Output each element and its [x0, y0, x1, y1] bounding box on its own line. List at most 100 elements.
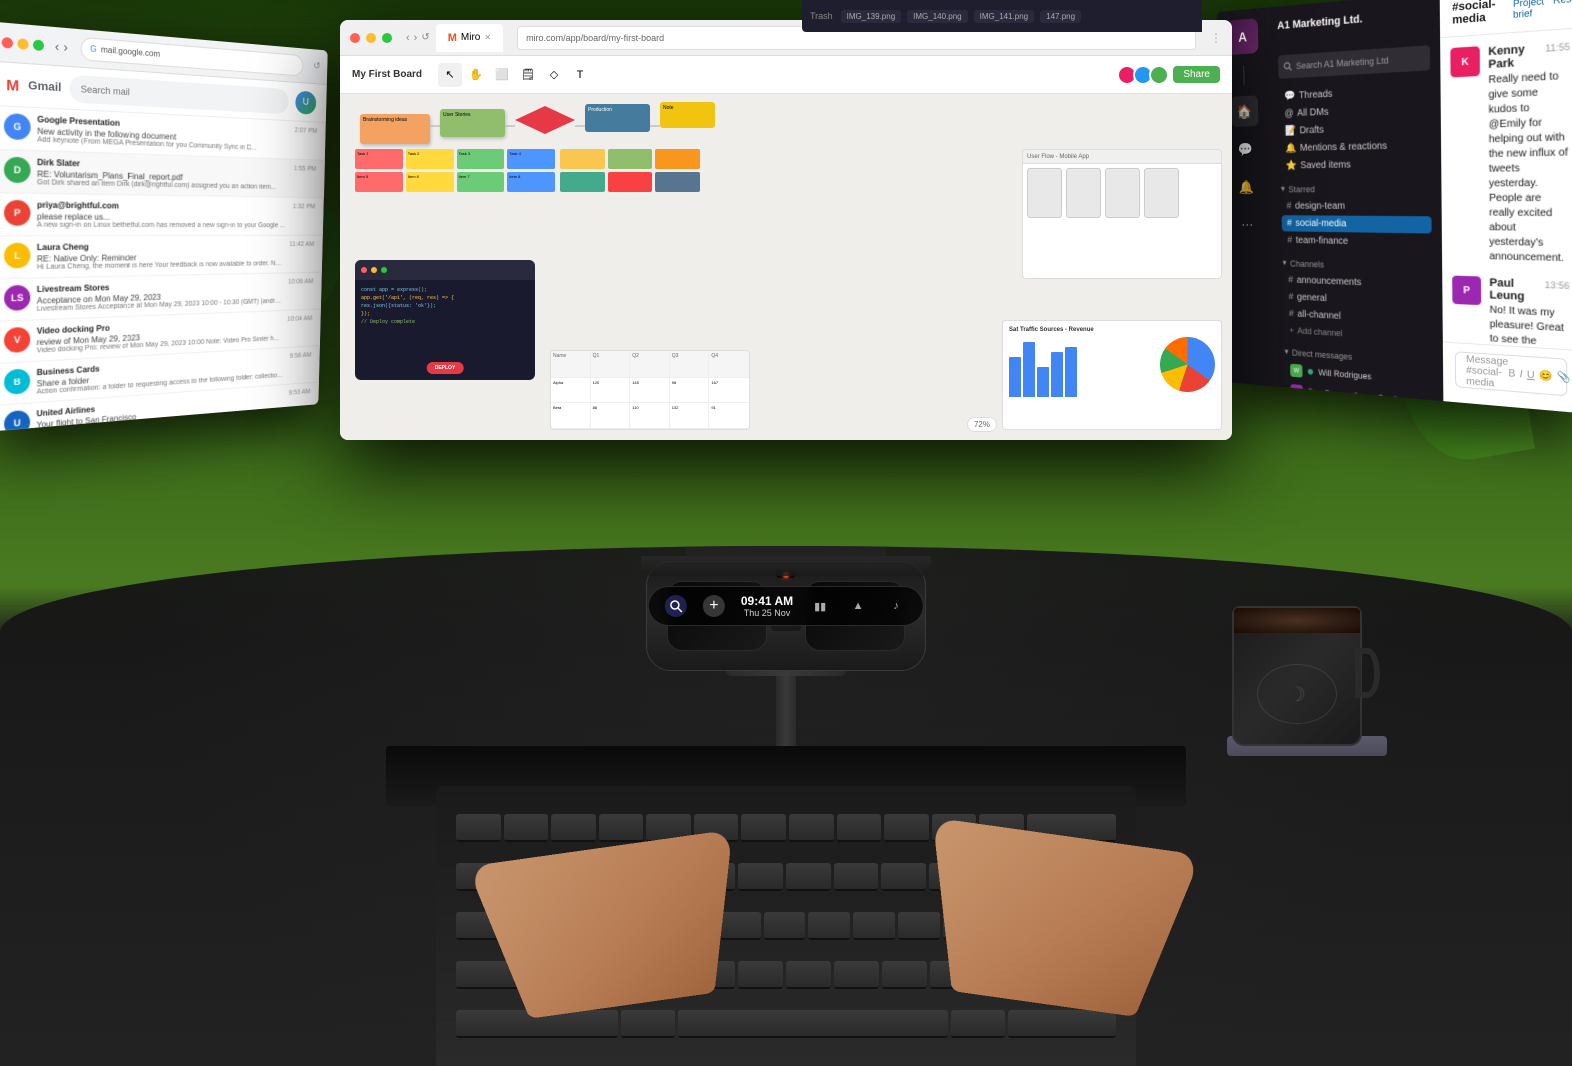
kenny-content: Kenny Park 11:55 Really need to give som…	[1488, 40, 1570, 266]
key-f9	[884, 814, 929, 842]
tab-close[interactable]: ✕	[484, 33, 491, 42]
paul-header: Paul Leung 13:56	[1489, 277, 1569, 305]
miro-board-canvas[interactable]: Brainstorming ideas User Stories Product…	[340, 94, 1232, 440]
url-text: mail.google.com	[101, 45, 160, 59]
miro-minimize[interactable]	[366, 33, 376, 43]
miro-menu-icon[interactable]: ⋮	[1210, 31, 1222, 45]
miro-share-button[interactable]: Share	[1173, 66, 1220, 83]
miro-close[interactable]	[350, 33, 360, 43]
underline-icon[interactable]: U	[1527, 369, 1535, 381]
slack-window: Slack A 🏠 💬 🔔 ⋯ A1 Marketing Ltd. Search…	[1216, 0, 1572, 413]
sound-icon[interactable]: ♪	[885, 595, 907, 617]
design-team-channel[interactable]: # design-team	[1281, 198, 1431, 215]
coffee-liquid	[1234, 608, 1360, 633]
file-item-1: IMG_139.png	[841, 10, 901, 23]
miro-back[interactable]: ‹	[406, 32, 410, 44]
miro-tool-text[interactable]: T	[568, 63, 592, 87]
miro-forward[interactable]: ›	[414, 32, 418, 44]
key-g	[764, 912, 806, 940]
add-button[interactable]: +	[703, 595, 725, 617]
zoom-indicator[interactable]: 72%	[967, 417, 997, 432]
spotlight-icon[interactable]	[665, 595, 687, 617]
wireframe-header: User Flow - Mobile App	[1023, 150, 1221, 164]
slack-main-content: #social-media Project brief Resources To…	[1440, 0, 1572, 413]
all-dms-icon: @	[1284, 108, 1293, 119]
email-avatar-6: V	[4, 327, 30, 353]
mentions-item[interactable]: 🔔 Mentions & reactions	[1280, 137, 1431, 158]
td-1-3: 145	[630, 378, 670, 404]
project-brief-link[interactable]: Project brief	[1513, 0, 1544, 20]
social-media-channel[interactable]: # social-media	[1282, 215, 1432, 233]
workspace-name: A1 Marketing Ltd.	[1277, 9, 1363, 36]
slack-activity-icon[interactable]: 🔔	[1232, 172, 1260, 202]
miro-refresh[interactable]: ↺	[421, 32, 429, 43]
refresh-icon[interactable]: ↺	[313, 61, 320, 72]
dm-will-label: Will Rodrigues	[1318, 368, 1371, 382]
slack-search[interactable]: Search A1 Marketing Ltd	[1278, 45, 1430, 79]
resources-link[interactable]: Resources	[1553, 0, 1572, 16]
miro-tool-hand[interactable]: ✋	[464, 63, 488, 87]
key-n	[834, 961, 879, 989]
close-dot[interactable]	[2, 36, 13, 48]
kenny-avatar: K	[1450, 46, 1480, 77]
gmail-wordmark: Gmail	[28, 79, 61, 94]
wireframe-screen-2	[1066, 168, 1101, 218]
miro-window: ‹ › ↺ M Miro ✕ miro.com/app/board/my-fir…	[340, 20, 1232, 440]
maximize-dot[interactable]	[33, 39, 44, 51]
minimize-dot[interactable]	[17, 38, 28, 50]
forward-button[interactable]: ›	[63, 39, 67, 54]
attach-icon[interactable]: 📎	[1557, 371, 1571, 384]
battery-icon[interactable]: ▮▮	[809, 595, 831, 617]
mug-body: ☽	[1232, 606, 1362, 746]
back-button[interactable]: ‹	[55, 38, 59, 53]
gmail-search[interactable]	[70, 74, 289, 114]
italic-icon[interactable]: I	[1520, 368, 1523, 380]
drafts-label: Drafts	[1299, 125, 1323, 137]
saved-item[interactable]: ⭐ Saved items	[1280, 155, 1431, 174]
td-1-4: 98	[670, 378, 710, 404]
miro-maximize[interactable]	[382, 33, 392, 43]
gen-hash: #	[1288, 292, 1293, 303]
date-display: Thu 25 Nov	[741, 608, 793, 618]
miro-tool-frame[interactable]: ⬜	[490, 63, 514, 87]
df-dot-2	[371, 267, 377, 273]
sticky-grid-1: Task 1 Task 2 Task 3 Task 4 Item 5 Item …	[355, 149, 555, 192]
miro-tab[interactable]: M Miro ✕	[436, 24, 503, 52]
sticky-4: Note	[660, 102, 715, 128]
miro-tool-shape[interactable]: ◇	[542, 63, 566, 87]
plus-icon: +	[1289, 326, 1294, 336]
wireframe-frame: User Flow - Mobile App	[1022, 149, 1222, 279]
th-5: Q4	[709, 351, 749, 378]
df-dot-1	[361, 267, 367, 273]
td-1-2: 120	[591, 378, 631, 404]
files-title: Trash	[810, 11, 833, 21]
team-finance-channel[interactable]: # team-finance	[1282, 232, 1432, 251]
slack-home-icon[interactable]: 🏠	[1230, 95, 1258, 127]
coffee-mug: ☽	[1232, 586, 1372, 746]
sg2-5	[608, 172, 653, 192]
ann-hash: #	[1288, 275, 1293, 286]
message-input[interactable]: Message #social-media B I U 😊 📎	[1455, 351, 1567, 396]
online-indicator-will	[1308, 369, 1313, 375]
vr-top-strap	[641, 556, 931, 576]
files-list: IMG_139.png IMG_140.png IMG_141.png 147.…	[841, 10, 1081, 23]
kenny-time: 11:55	[1545, 41, 1570, 54]
mentions-icon: 🔔	[1285, 143, 1296, 154]
gmail-avatar[interactable]: U	[295, 90, 316, 114]
dark-frame-header	[355, 260, 535, 280]
miro-tool-sticky[interactable]: 🗒	[516, 63, 540, 87]
paul-text: No! It was my pleasure! Great to see the…	[1490, 304, 1570, 351]
td-1-1: Alpha	[551, 378, 591, 404]
code-line-3: res.json({status: 'ok'});	[361, 302, 529, 310]
miro-tool-select[interactable]: ↖	[438, 63, 462, 87]
slack-more-icon[interactable]: ⋯	[1233, 209, 1261, 239]
chevron-icon: ▾	[1281, 184, 1285, 195]
bold-icon[interactable]: B	[1508, 368, 1515, 380]
email-avatar-3: P	[4, 200, 31, 226]
th-1: Name	[551, 351, 591, 378]
slack-dm-icon[interactable]: 💬	[1231, 134, 1259, 165]
emoji-icon[interactable]: 😊	[1539, 370, 1553, 382]
wifi-icon[interactable]: ▲	[847, 595, 869, 617]
email-row-3[interactable]: P priya@brightful.com please replace us.…	[0, 193, 324, 236]
design-team-label: design-team	[1295, 201, 1345, 212]
